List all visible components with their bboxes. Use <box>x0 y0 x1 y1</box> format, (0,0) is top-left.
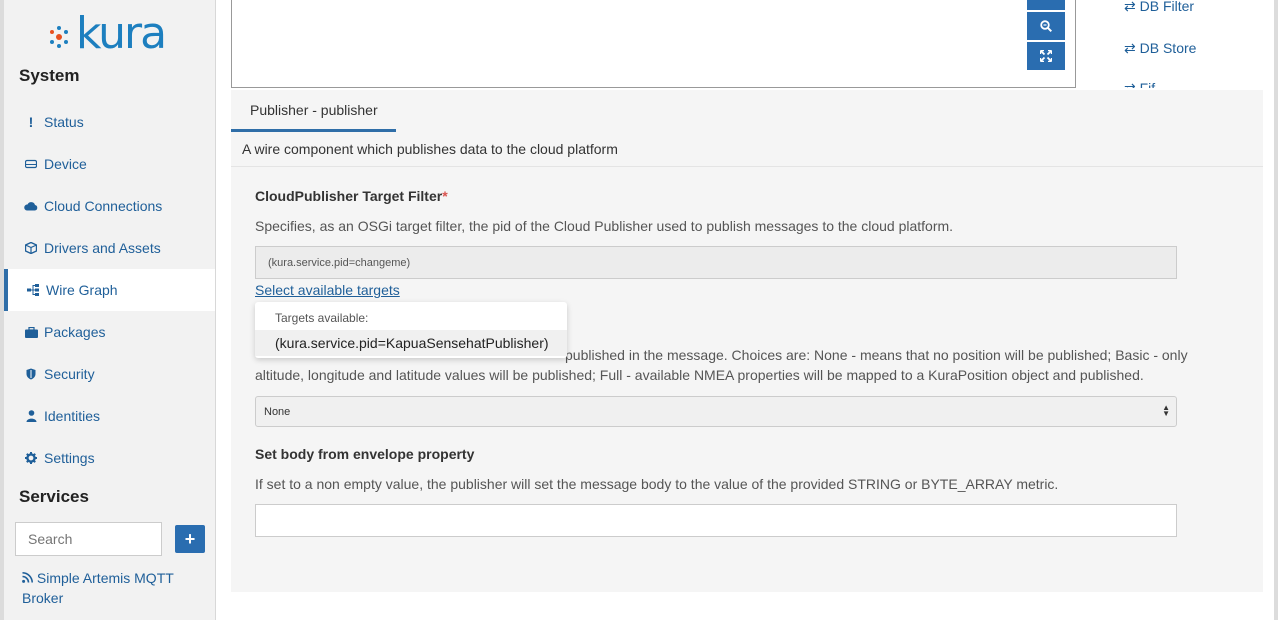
user-icon <box>24 410 38 422</box>
sidebar-item-drivers-and-assets[interactable]: Drivers and Assets <box>4 227 215 269</box>
palette-item-label: Fif <box>1139 80 1156 88</box>
sidebar-item-label: Settings <box>44 450 95 466</box>
required-mark: * <box>442 188 448 204</box>
service-item-simple-artemis[interactable]: Simple Artemis MQTT Broker <box>22 568 192 608</box>
gear-icon <box>24 452 38 464</box>
field-help-target-filter: Specifies, as an OSGi target filter, the… <box>255 218 954 234</box>
sidebar-item-status[interactable]: ! Status <box>4 101 215 143</box>
briefcase-icon <box>24 326 38 338</box>
select-value: None <box>264 406 291 418</box>
add-service-button[interactable]: + <box>175 525 205 553</box>
palette-item-label: DB Filter <box>1139 0 1195 14</box>
palette-item-label: DB Store <box>1139 40 1197 56</box>
sidebar-item-label: Wire Graph <box>46 282 118 298</box>
sidebar-item-settings[interactable]: Settings <box>4 437 215 479</box>
graph-toolbar <box>1027 0 1065 72</box>
select-targets-link[interactable]: Select available targets <box>255 282 400 298</box>
sidebar-item-label: Status <box>44 114 84 130</box>
cloud-icon <box>24 201 38 211</box>
field-label-text: CloudPublisher Target Filter <box>255 188 443 204</box>
service-search-input[interactable] <box>15 522 162 556</box>
palette-item-db-store[interactable]: ⇄ DB Store <box>1124 40 1196 57</box>
system-nav: ! Status Device Cloud Connections Driver… <box>4 101 215 479</box>
component-description: A wire component which publishes data to… <box>231 132 1263 167</box>
shield-icon <box>24 368 38 380</box>
sidebar-item-identities[interactable]: Identities <box>4 395 215 437</box>
exclamation-icon: ! <box>28 114 34 130</box>
sidebar-item-security[interactable]: Security <box>4 353 215 395</box>
zoom-icon[interactable] <box>1027 12 1065 42</box>
system-title: System <box>19 66 80 85</box>
sidebar-item-label: Identities <box>44 408 101 424</box>
popup-target-item[interactable]: (kura.service.pid=KapuaSensehatPublisher… <box>255 330 567 356</box>
exchange-icon: ⇄ <box>1124 80 1136 88</box>
sidebar-item-packages[interactable]: Packages <box>4 311 215 353</box>
rss-icon <box>22 570 37 586</box>
field-label-target-filter: CloudPublisher Target Filter* <box>255 188 448 204</box>
service-item-label: Simple Artemis MQTT Broker <box>22 570 174 606</box>
window-frame <box>1274 0 1278 620</box>
fullscreen-icon[interactable] <box>1027 42 1065 72</box>
sidebar-item-device[interactable]: Device <box>4 143 215 185</box>
sidebar-item-label: Packages <box>44 324 106 340</box>
exchange-icon: ⇄ <box>1124 0 1136 14</box>
kura-logo-icon <box>50 26 68 48</box>
app-window: kura System ! Status Device Cloud Connec… <box>0 0 1278 620</box>
cube-icon <box>24 242 38 254</box>
help-line-2: altitude, longitude and latitude values … <box>255 367 1144 383</box>
sidebar: kura System ! Status Device Cloud Connec… <box>0 0 216 620</box>
sidebar-item-label: Device <box>44 156 87 172</box>
sidebar-item-cloud-connections[interactable]: Cloud Connections <box>4 185 215 227</box>
sidebar-item-label: Drivers and Assets <box>44 240 161 256</box>
field-label-body-property: Set body from envelope property <box>255 446 475 462</box>
select-arrows-icon: ▲ ▼ <box>1162 403 1170 418</box>
body-property-input[interactable] <box>255 504 1177 537</box>
logo-text: kura <box>76 8 167 59</box>
wire-graph-canvas[interactable] <box>231 0 1076 88</box>
sidebar-item-label: Cloud Connections <box>44 198 163 214</box>
sidebar-item-label: Security <box>44 366 95 382</box>
graph-tool-button[interactable] <box>1027 0 1065 12</box>
popup-title: Targets available: <box>275 311 369 325</box>
service-search-row: + <box>15 522 205 556</box>
palette-item-db-filter[interactable]: ⇄ DB Filter <box>1124 0 1194 15</box>
position-type-select[interactable]: None ▲ ▼ <box>255 396 1177 427</box>
component-palette: ⇄ DB Filter ⇄ DB Store ⇄ Fif <box>1120 0 1240 88</box>
device-icon <box>24 159 38 169</box>
target-filter-input[interactable] <box>255 246 1177 279</box>
palette-item-fifo[interactable]: ⇄ Fif <box>1124 80 1155 88</box>
tab-publisher[interactable]: Publisher - publisher <box>231 90 396 132</box>
targets-popup: Targets available: (kura.service.pid=Kap… <box>255 302 567 358</box>
kura-logo[interactable]: kura <box>48 8 167 59</box>
component-config-panel: Publisher - publisher A wire component w… <box>231 90 1263 592</box>
exchange-icon: ⇄ <box>1124 40 1136 56</box>
field-help-body-property: If set to a non empty value, the publish… <box>255 476 1059 492</box>
services-title: Services <box>19 487 89 506</box>
sitemap-icon <box>26 284 40 296</box>
sidebar-item-wire-graph[interactable]: Wire Graph <box>4 269 215 311</box>
